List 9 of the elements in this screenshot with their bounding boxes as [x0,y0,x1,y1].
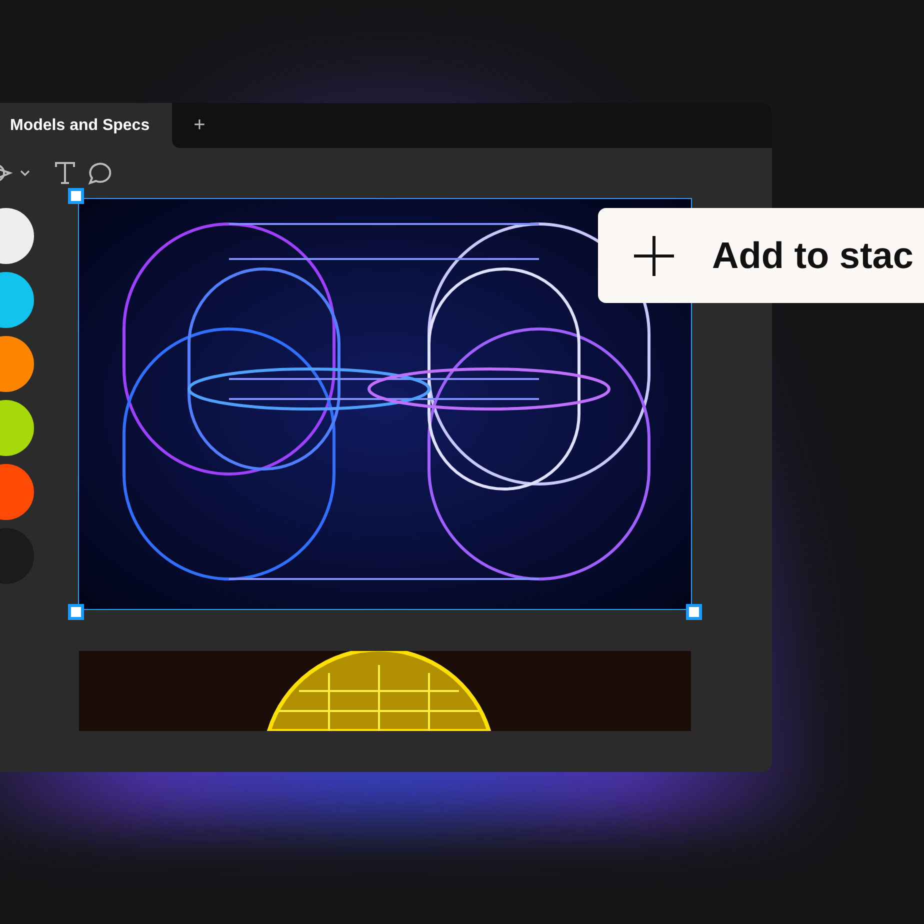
text-tool-icon[interactable] [54,161,76,185]
new-tab-button[interactable]: + [186,112,214,139]
caret-icon[interactable] [20,169,30,177]
resize-handle[interactable] [68,604,84,620]
comment-icon[interactable] [86,161,112,185]
add-to-stack-button[interactable]: Add to stac [598,208,924,303]
plus-icon [632,234,676,278]
resize-handle[interactable] [68,188,84,204]
resize-handle[interactable] [686,604,702,620]
